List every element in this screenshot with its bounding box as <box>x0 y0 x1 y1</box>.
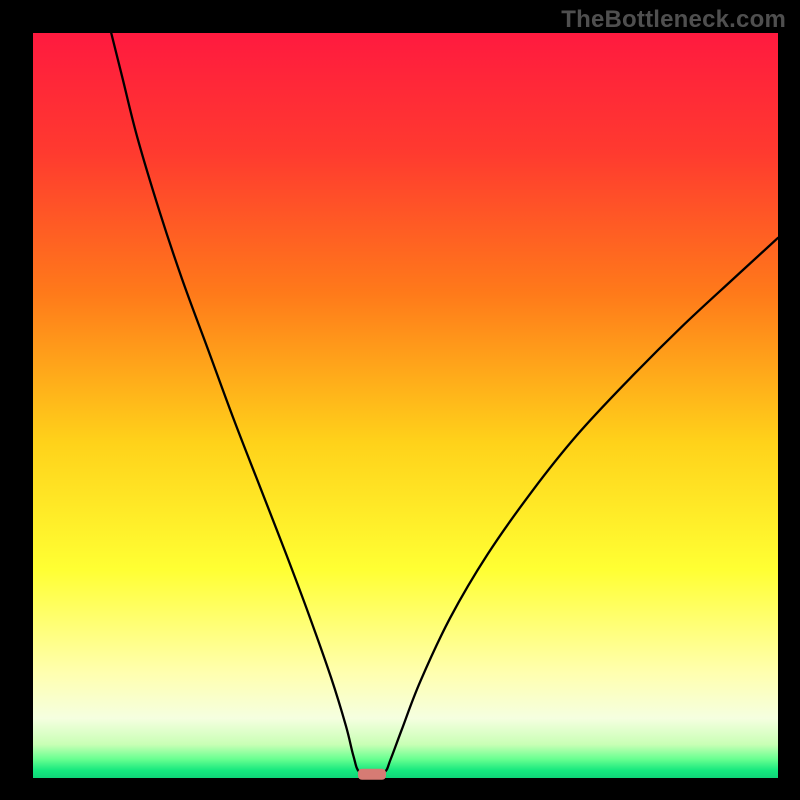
watermark-text: TheBottleneck.com <box>561 6 786 34</box>
chart-frame: TheBottleneck.com <box>0 0 800 800</box>
optimum-marker <box>358 769 386 780</box>
bottleneck-chart <box>0 0 800 800</box>
heat-gradient-area <box>33 33 778 778</box>
